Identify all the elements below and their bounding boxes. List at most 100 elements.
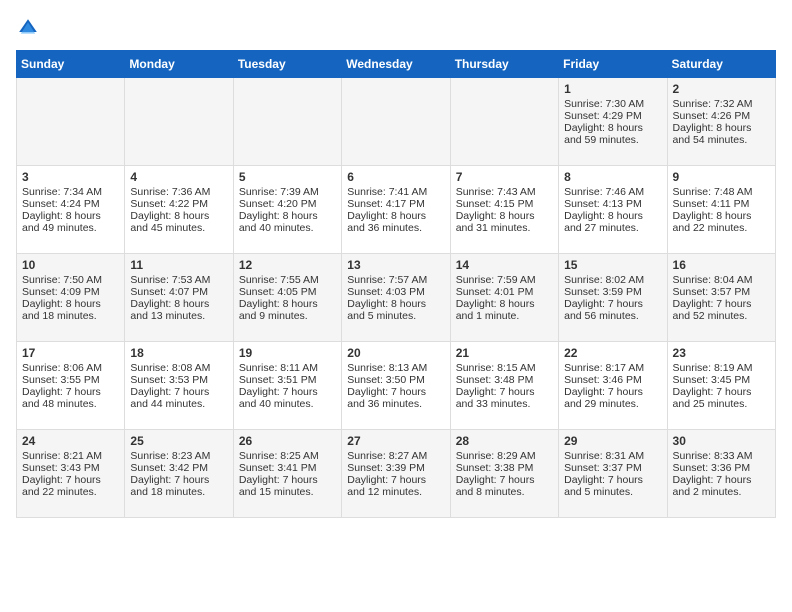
calendar-cell	[125, 78, 233, 166]
header	[16, 16, 776, 40]
sunset-text: Sunset: 3:42 PM	[130, 462, 227, 474]
daylight-text: Daylight: 8 hours and 27 minutes.	[564, 210, 661, 234]
sunset-text: Sunset: 4:03 PM	[347, 286, 444, 298]
daylight-text: Daylight: 8 hours and 31 minutes.	[456, 210, 553, 234]
day-number: 26	[239, 434, 336, 448]
sunset-text: Sunset: 4:01 PM	[456, 286, 553, 298]
sunset-text: Sunset: 4:15 PM	[456, 198, 553, 210]
sunset-text: Sunset: 3:37 PM	[564, 462, 661, 474]
sunrise-text: Sunrise: 8:04 AM	[673, 274, 770, 286]
sunrise-text: Sunrise: 8:27 AM	[347, 450, 444, 462]
calendar-cell: 27Sunrise: 8:27 AMSunset: 3:39 PMDayligh…	[342, 430, 450, 518]
day-number: 22	[564, 346, 661, 360]
sunrise-text: Sunrise: 7:36 AM	[130, 186, 227, 198]
calendar-cell: 7Sunrise: 7:43 AMSunset: 4:15 PMDaylight…	[450, 166, 558, 254]
calendar-week-row: 10Sunrise: 7:50 AMSunset: 4:09 PMDayligh…	[17, 254, 776, 342]
daylight-text: Daylight: 7 hours and 29 minutes.	[564, 386, 661, 410]
calendar-week-row: 1Sunrise: 7:30 AMSunset: 4:29 PMDaylight…	[17, 78, 776, 166]
day-number: 13	[347, 258, 444, 272]
header-day-wednesday: Wednesday	[342, 51, 450, 78]
sunset-text: Sunset: 4:07 PM	[130, 286, 227, 298]
calendar-cell: 4Sunrise: 7:36 AMSunset: 4:22 PMDaylight…	[125, 166, 233, 254]
daylight-text: Daylight: 7 hours and 2 minutes.	[673, 474, 770, 498]
daylight-text: Daylight: 7 hours and 18 minutes.	[130, 474, 227, 498]
calendar-cell: 9Sunrise: 7:48 AMSunset: 4:11 PMDaylight…	[667, 166, 775, 254]
day-number: 23	[673, 346, 770, 360]
sunset-text: Sunset: 4:11 PM	[673, 198, 770, 210]
day-number: 11	[130, 258, 227, 272]
daylight-text: Daylight: 7 hours and 12 minutes.	[347, 474, 444, 498]
daylight-text: Daylight: 8 hours and 36 minutes.	[347, 210, 444, 234]
sunset-text: Sunset: 3:50 PM	[347, 374, 444, 386]
day-number: 18	[130, 346, 227, 360]
calendar-cell: 13 Sunrise: 7:57 AMSunset: 4:03 PMDayligh…	[342, 254, 450, 342]
calendar-cell: 29Sunrise: 8:31 AMSunset: 3:37 PMDayligh…	[559, 430, 667, 518]
calendar-week-row: 24Sunrise: 8:21 AMSunset: 3:43 PMDayligh…	[17, 430, 776, 518]
sunrise-text: Sunrise: 8:08 AM	[130, 362, 227, 374]
day-number: 15	[564, 258, 661, 272]
calendar-table: SundayMondayTuesdayWednesdayThursdayFrid…	[16, 50, 776, 518]
calendar-cell: 22Sunrise: 8:17 AMSunset: 3:46 PMDayligh…	[559, 342, 667, 430]
header-day-monday: Monday	[125, 51, 233, 78]
sunrise-text: Sunrise: 7:53 AM	[130, 274, 227, 286]
sunset-text: Sunset: 4:20 PM	[239, 198, 336, 210]
sunset-text: Sunset: 3:59 PM	[564, 286, 661, 298]
day-number: 17	[22, 346, 119, 360]
sunset-text: Sunset: 4:09 PM	[22, 286, 119, 298]
sunrise-text: Sunrise: 7:55 AM	[239, 274, 336, 286]
day-number: 30	[673, 434, 770, 448]
daylight-text: Daylight: 8 hours and 40 minutes.	[239, 210, 336, 234]
day-number: 19	[239, 346, 336, 360]
daylight-text: Daylight: 7 hours and 5 minutes.	[564, 474, 661, 498]
logo-icon	[16, 16, 40, 40]
calendar-cell	[17, 78, 125, 166]
daylight-text: Daylight: 7 hours and 40 minutes.	[239, 386, 336, 410]
sunrise-text: Sunrise: 7:46 AM	[564, 186, 661, 198]
sunrise-text: Sunrise: 7:50 AM	[22, 274, 119, 286]
daylight-text: Daylight: 8 hours and 54 minutes.	[673, 122, 770, 146]
daylight-text: Daylight: 7 hours and 8 minutes.	[456, 474, 553, 498]
sunset-text: Sunset: 3:43 PM	[22, 462, 119, 474]
sunrise-text: Sunrise: 7:43 AM	[456, 186, 553, 198]
daylight-text: Daylight: 8 hours and 1 minute.	[456, 298, 553, 322]
calendar-cell: 10Sunrise: 7:50 AMSunset: 4:09 PMDayligh…	[17, 254, 125, 342]
sunrise-text: Sunrise: 8:02 AM	[564, 274, 661, 286]
day-number: 8	[564, 170, 661, 184]
day-number: 16	[673, 258, 770, 272]
day-number: 2	[673, 82, 770, 96]
day-number: 25	[130, 434, 227, 448]
calendar-cell: 6Sunrise: 7:41 AMSunset: 4:17 PMDaylight…	[342, 166, 450, 254]
daylight-text: Daylight: 8 hours and 22 minutes.	[673, 210, 770, 234]
calendar-cell: 24Sunrise: 8:21 AMSunset: 3:43 PMDayligh…	[17, 430, 125, 518]
calendar-cell: 25Sunrise: 8:23 AMSunset: 3:42 PMDayligh…	[125, 430, 233, 518]
calendar-cell: 21Sunrise: 8:15 AMSunset: 3:48 PMDayligh…	[450, 342, 558, 430]
sunrise-text: Sunrise: 8:06 AM	[22, 362, 119, 374]
daylight-text: Daylight: 7 hours and 25 minutes.	[673, 386, 770, 410]
sunset-text: Sunset: 3:38 PM	[456, 462, 553, 474]
sunrise-text: Sunrise: 7:57 AM	[347, 274, 444, 286]
sunset-text: Sunset: 3:41 PM	[239, 462, 336, 474]
sunrise-text: Sunrise: 7:39 AM	[239, 186, 336, 198]
calendar-week-row: 3Sunrise: 7:34 AMSunset: 4:24 PMDaylight…	[17, 166, 776, 254]
sunrise-text: Sunrise: 8:13 AM	[347, 362, 444, 374]
daylight-text: Daylight: 8 hours and 5 minutes.	[347, 298, 444, 322]
calendar-cell: 5Sunrise: 7:39 AMSunset: 4:20 PMDaylight…	[233, 166, 341, 254]
calendar-cell: 15Sunrise: 8:02 AMSunset: 3:59 PMDayligh…	[559, 254, 667, 342]
daylight-text: Daylight: 8 hours and 18 minutes.	[22, 298, 119, 322]
sunset-text: Sunset: 4:05 PM	[239, 286, 336, 298]
sunset-text: Sunset: 4:17 PM	[347, 198, 444, 210]
calendar-cell: 11Sunrise: 7:53 AMSunset: 4:07 PMDayligh…	[125, 254, 233, 342]
header-day-thursday: Thursday	[450, 51, 558, 78]
day-number: 27	[347, 434, 444, 448]
sunset-text: Sunset: 3:55 PM	[22, 374, 119, 386]
sunrise-text: Sunrise: 8:33 AM	[673, 450, 770, 462]
logo	[16, 16, 44, 40]
day-number: 4	[130, 170, 227, 184]
calendar-cell: 30Sunrise: 8:33 AMSunset: 3:36 PMDayligh…	[667, 430, 775, 518]
sunset-text: Sunset: 3:46 PM	[564, 374, 661, 386]
calendar-cell: 1Sunrise: 7:30 AMSunset: 4:29 PMDaylight…	[559, 78, 667, 166]
day-number: 24	[22, 434, 119, 448]
daylight-text: Daylight: 7 hours and 52 minutes.	[673, 298, 770, 322]
calendar-week-row: 17 Sunrise: 8:06 AMSunset: 3:55 PM Dayligh…	[17, 342, 776, 430]
sunset-text: Sunset: 4:13 PM	[564, 198, 661, 210]
